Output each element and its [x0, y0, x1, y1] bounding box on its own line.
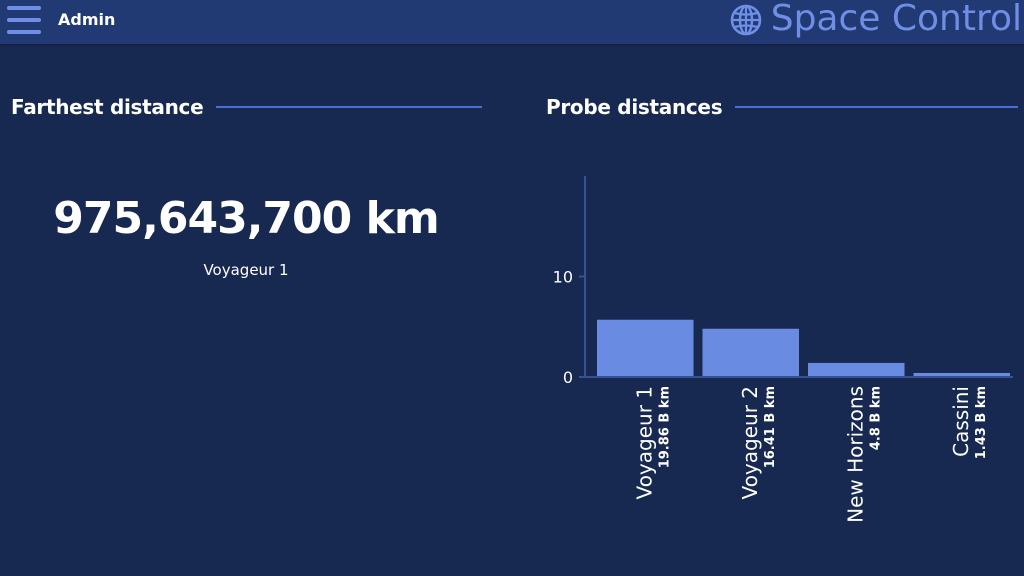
- x-tick-sublabel: 16.41 B km: [763, 386, 778, 468]
- user-label[interactable]: Admin: [58, 10, 115, 29]
- bar: [913, 372, 1010, 376]
- x-tick-label: New Horizons: [843, 386, 867, 523]
- bar: [597, 319, 694, 376]
- y-tick-label: 10: [553, 268, 573, 287]
- y-tick-label: 0: [563, 368, 573, 387]
- menu-line: [7, 6, 41, 10]
- brand[interactable]: Space Control: [730, 0, 1022, 40]
- panel-title: Farthest distance: [11, 95, 204, 119]
- probe-distances-heading: Probe distances: [546, 95, 1018, 119]
- globe-icon: [730, 4, 762, 36]
- probe-distances-chart: 0 10 Voyageur 1 19.86 B km Voyageur 2 16.41 B…: [553, 176, 1013, 523]
- x-tick-sublabel: 19.86 B km: [657, 386, 672, 468]
- top-bar: Admin Space Control: [0, 0, 1024, 44]
- heading-divider: [216, 106, 482, 108]
- panel-title: Probe distances: [546, 95, 723, 119]
- x-tick-label: Voyageur 1: [632, 386, 656, 499]
- farthest-distance-value: 975,643,700 km: [53, 193, 439, 244]
- x-tick-label: Voyageur 2: [738, 386, 762, 499]
- menu-line: [7, 18, 41, 22]
- farthest-distance-heading: Farthest distance: [11, 95, 482, 119]
- hamburger-menu-icon[interactable]: [7, 4, 41, 36]
- x-tick-sublabel: 1.43 B km: [974, 386, 989, 459]
- bar: [808, 362, 905, 376]
- app-title: Space Control: [770, 0, 1022, 39]
- menu-line: [7, 30, 41, 34]
- heading-divider: [735, 106, 1018, 108]
- x-tick-sublabel: 4.8 B km: [868, 386, 883, 450]
- x-tick-label: Cassini: [949, 386, 973, 457]
- bar: [702, 328, 799, 376]
- farthest-probe-name: Voyageur 1: [203, 261, 289, 279]
